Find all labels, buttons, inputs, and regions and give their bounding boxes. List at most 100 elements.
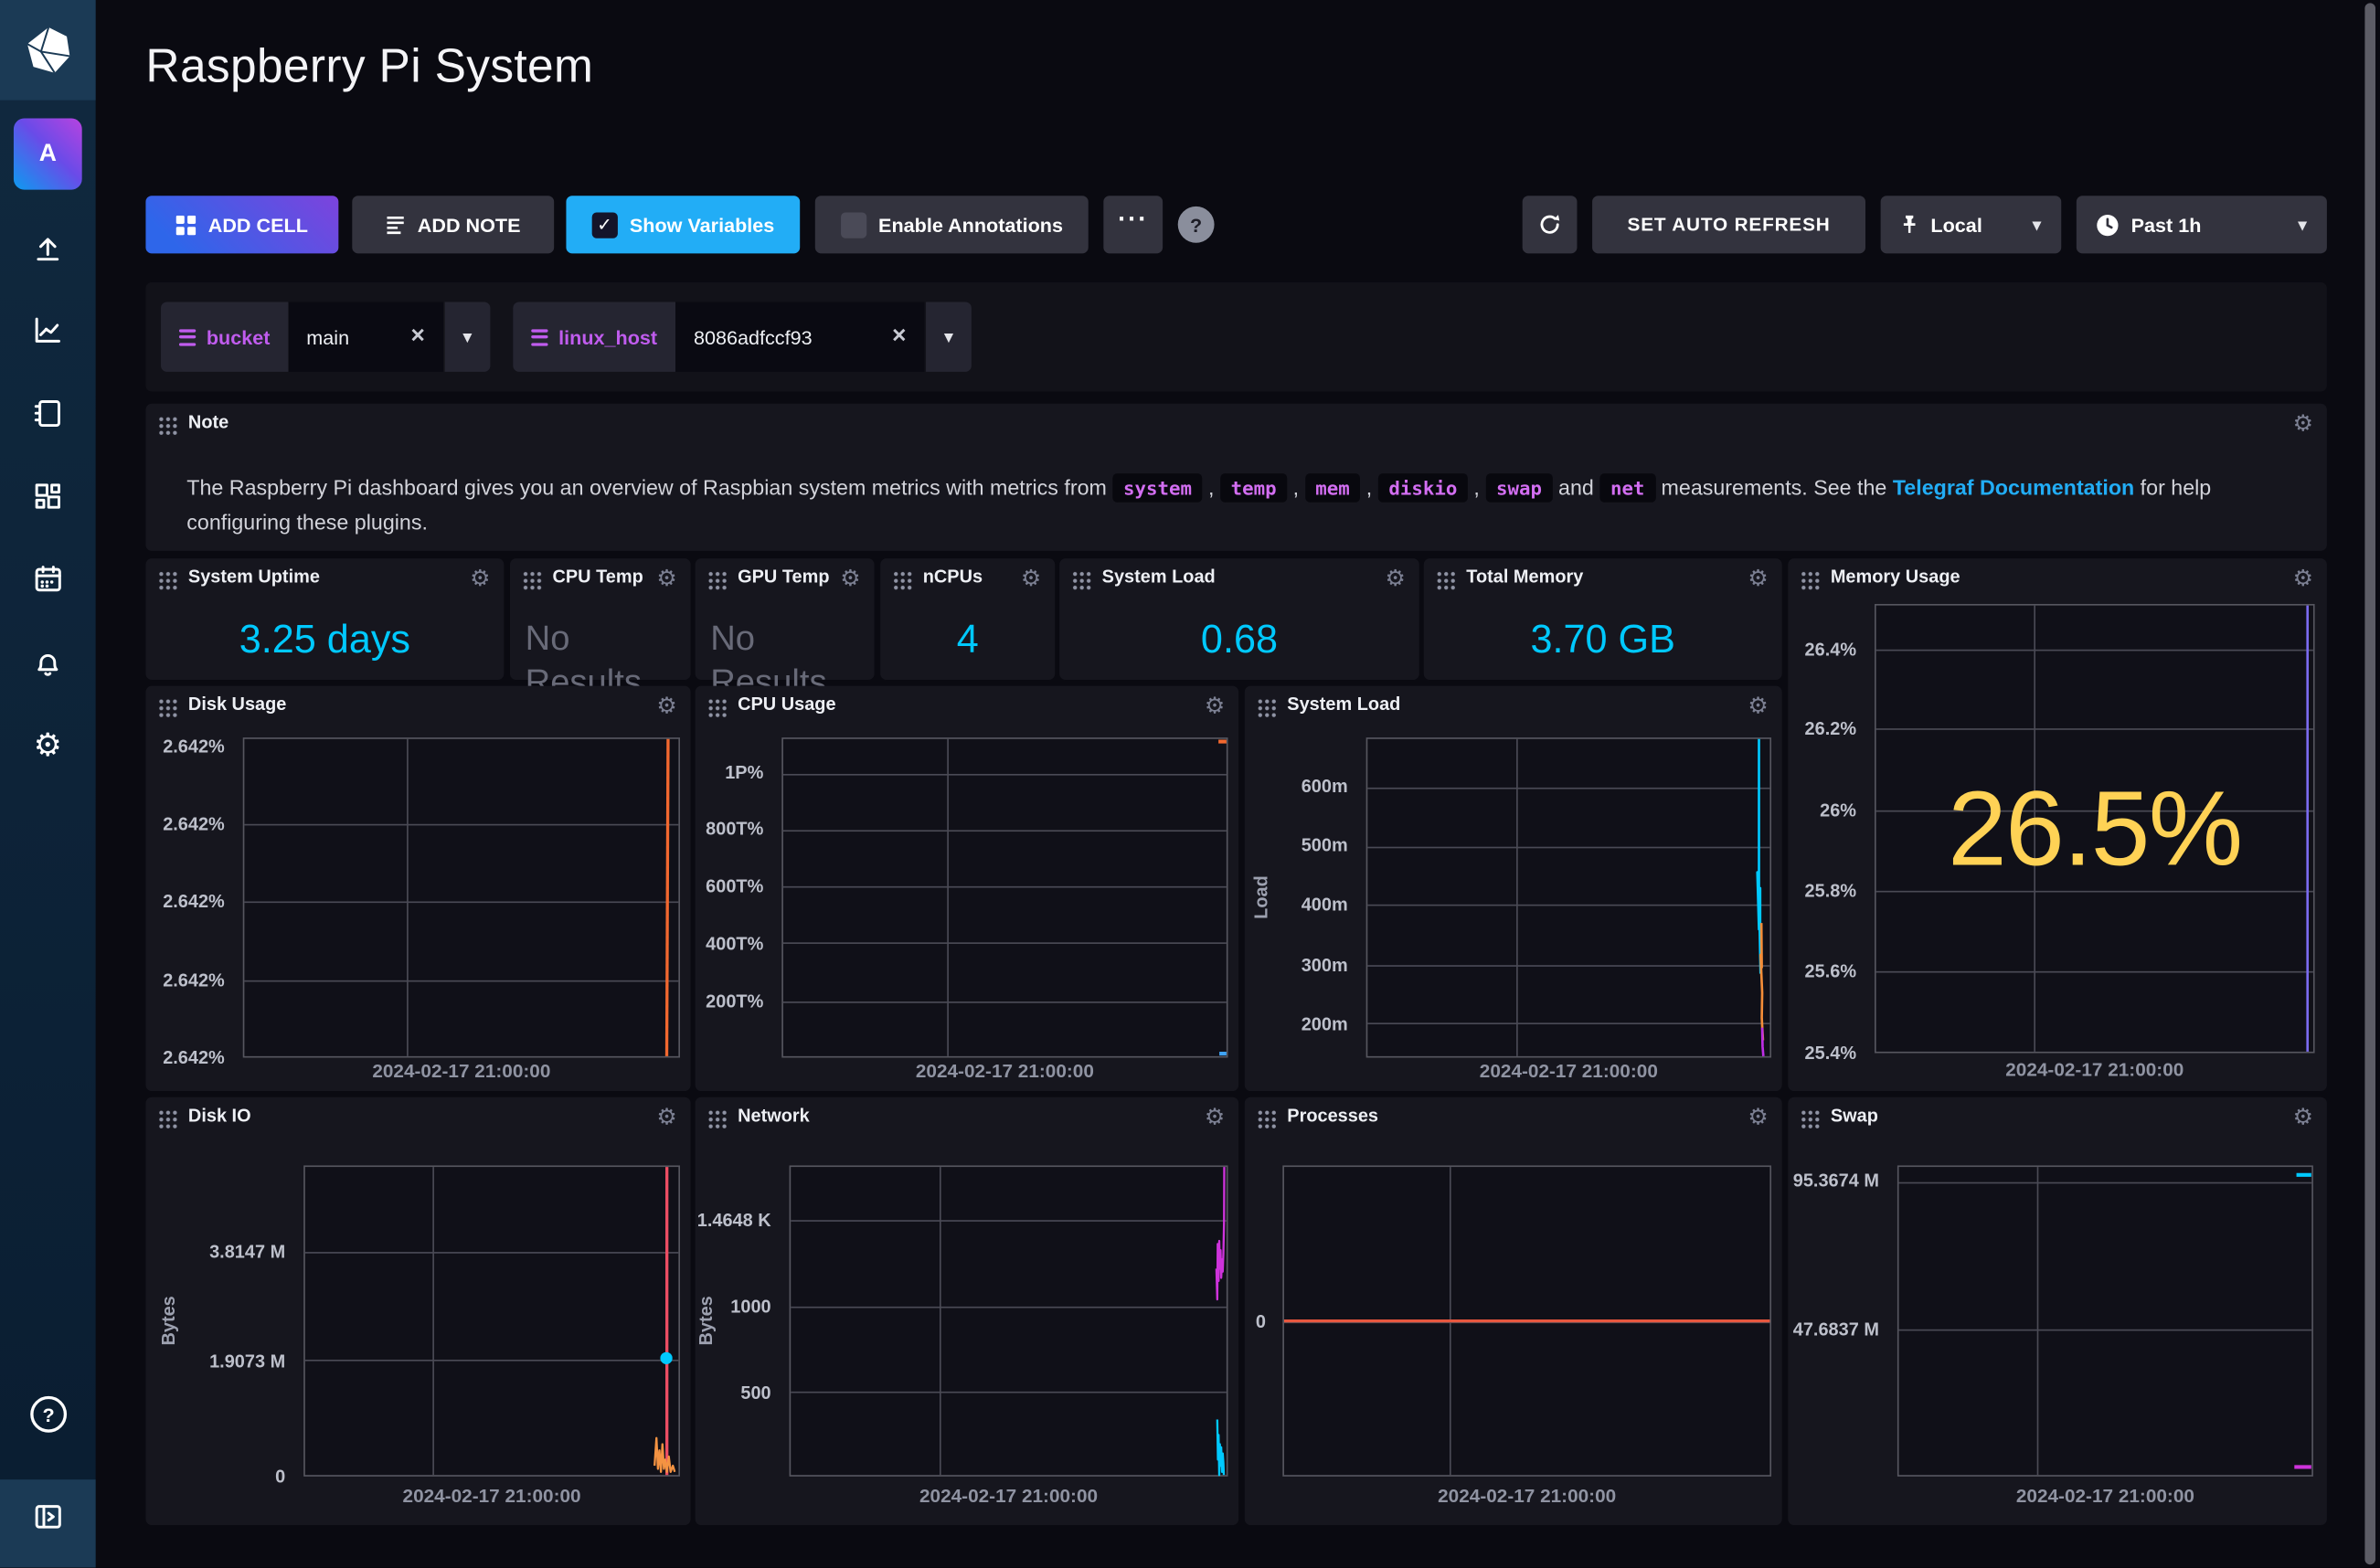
set-auto-refresh-button[interactable]: SET AUTO REFRESH <box>1592 196 1865 253</box>
x-axis-label: 2024-02-17 21:00:00 <box>1875 1059 2315 1080</box>
data-explorer-graph-icon[interactable] <box>30 313 65 347</box>
x-axis-label: 2024-02-17 21:00:00 <box>303 1486 680 1507</box>
stat-value: 4 <box>880 616 1055 662</box>
telegraf-documentation-link[interactable]: Telegraf Documentation <box>1893 475 2134 500</box>
gear-icon[interactable]: ⚙ <box>840 565 860 592</box>
tasks-calendar-icon[interactable] <box>30 561 65 596</box>
gear-icon[interactable]: ⚙ <box>2293 565 2313 592</box>
panel-note: Note ⚙ The Raspberry Pi dashboard gives … <box>145 404 2326 551</box>
y-tick-label: 300m <box>1302 955 1348 976</box>
clear-x-icon[interactable]: × <box>410 323 425 351</box>
gear-icon[interactable]: ⚙ <box>1021 565 1041 592</box>
y-tick-label: 26% <box>1820 799 1856 820</box>
influxdb-logo[interactable] <box>0 0 96 101</box>
panel-title: CPU Temp <box>552 567 651 588</box>
code-chip: swap <box>1485 473 1552 503</box>
drag-handle[interactable] <box>892 570 912 590</box>
refresh-button[interactable] <box>1523 196 1578 253</box>
avatar[interactable]: A <box>14 119 82 190</box>
panel-title: Disk IO <box>188 1107 652 1127</box>
y-tick-label: 25.4% <box>1805 1043 1857 1064</box>
gear-icon[interactable]: ⚙ <box>470 565 490 592</box>
vertical-scrollbar[interactable] <box>2364 3 2375 1564</box>
y-tick-label: 2.642% <box>163 813 225 834</box>
gear-icon[interactable]: ⚙ <box>1385 565 1405 592</box>
variable-bucket-label[interactable]: bucket <box>161 302 288 371</box>
variables-bar: bucket main × ▼ linux_host 8086adfccf93 … <box>145 282 2326 392</box>
variable-linux-host-label[interactable]: linux_host <box>513 302 675 371</box>
drag-handle[interactable] <box>158 1109 178 1129</box>
expand-sidebar-icon[interactable] <box>30 1499 65 1534</box>
panel-title: Note <box>188 413 228 433</box>
ellipsis-icon: ··· <box>1118 205 1148 235</box>
dashboards-icon[interactable] <box>30 480 65 514</box>
drag-handle[interactable] <box>158 570 178 590</box>
y-tick-label: 2.642% <box>163 1047 225 1068</box>
gear-icon[interactable]: ⚙ <box>656 1103 676 1130</box>
chevron-down-icon: ▼ <box>2298 217 2307 231</box>
drag-handle[interactable] <box>1801 570 1821 590</box>
drag-handle[interactable] <box>1257 1109 1277 1129</box>
drag-handle[interactable] <box>158 416 178 436</box>
gear-icon[interactable]: ⚙ <box>1748 1103 1768 1130</box>
timezone-label: Local <box>1930 213 1982 236</box>
variable-bucket-value[interactable]: main × <box>288 302 442 371</box>
more-options-button[interactable]: ··· <box>1103 196 1163 253</box>
time-range-dropdown[interactable]: Past 1h ▼ <box>2077 196 2327 253</box>
gear-icon[interactable]: ⚙ <box>1748 692 1768 719</box>
y-tick-label: 1.9073 M <box>209 1350 285 1371</box>
x-axis-label: 2024-02-17 21:00:00 <box>1897 1486 2313 1507</box>
time-range-label: Past 1h <box>2131 213 2202 236</box>
drag-handle[interactable] <box>707 1109 728 1129</box>
show-variables-toggle[interactable]: ✓ Show Variables <box>566 196 800 253</box>
y-tick-label: 95.3674 M <box>1793 1171 1879 1192</box>
settings-gear-icon[interactable]: ⚙ <box>30 728 65 763</box>
add-cell-button[interactable]: ADD CELL <box>145 196 338 253</box>
x-axis-label: 2024-02-17 21:00:00 <box>243 1061 680 1082</box>
clock-icon <box>2096 213 2119 236</box>
gear-icon[interactable]: ⚙ <box>1748 565 1768 592</box>
drag-handle[interactable] <box>1436 570 1456 590</box>
gear-icon[interactable]: ⚙ <box>1205 1103 1225 1130</box>
variable-hamburger-icon <box>531 329 547 345</box>
x-axis-label: 2024-02-17 21:00:00 <box>781 1061 1227 1082</box>
drag-handle[interactable] <box>522 570 542 590</box>
x-axis-label: 2024-02-17 21:00:00 <box>1366 1061 1771 1082</box>
pin-icon <box>1900 214 1918 235</box>
gear-icon[interactable]: ⚙ <box>1205 692 1225 719</box>
drag-handle[interactable] <box>1801 1109 1821 1129</box>
y-tick-label: 25.6% <box>1805 961 1857 982</box>
drag-handle[interactable] <box>1071 570 1091 590</box>
enable-annotations-toggle[interactable]: Enable Annotations <box>815 196 1089 253</box>
gear-icon[interactable]: ⚙ <box>656 565 676 592</box>
upload-icon[interactable] <box>30 230 65 265</box>
y-tick-label: 500m <box>1302 835 1348 856</box>
help-question-button[interactable]: ? <box>1178 207 1215 243</box>
clear-x-icon[interactable]: × <box>892 323 907 351</box>
timezone-dropdown[interactable]: Local ▼ <box>1881 196 2062 253</box>
variable-linux-host: linux_host 8086adfccf93 × ▼ <box>513 302 972 371</box>
help-icon[interactable]: ? <box>30 1396 67 1433</box>
drag-handle[interactable] <box>1257 698 1277 718</box>
panel-title: GPU Temp <box>738 567 834 588</box>
drag-handle[interactable] <box>707 570 728 590</box>
app-window: A ⚙ ? Raspberry Pi System ADD <box>0 0 2380 1568</box>
notebooks-icon[interactable] <box>30 396 65 430</box>
gear-icon[interactable]: ⚙ <box>2293 1103 2313 1130</box>
gear-icon[interactable]: ⚙ <box>2293 409 2313 437</box>
variable-linux-host-caret[interactable]: ▼ <box>926 302 972 371</box>
code-chip: temp <box>1220 473 1287 503</box>
gear-icon[interactable]: ⚙ <box>656 692 676 719</box>
variable-bucket-caret[interactable]: ▼ <box>444 302 490 371</box>
add-note-button[interactable]: ADD NOTE <box>352 196 554 253</box>
panel-title: System Load <box>1102 567 1380 588</box>
drag-handle[interactable] <box>158 698 178 718</box>
alerts-bell-icon[interactable] <box>30 645 65 680</box>
drag-handle[interactable] <box>707 698 728 718</box>
panel-disk-usage: Disk Usage⚙ 2.642%2.642%2.642%2.642%2.64… <box>145 686 690 1091</box>
panel-title: nCPUs <box>923 567 1015 588</box>
panel-processes: Processes⚙ 0 2024-02-17 21:00:00 <box>1245 1097 1782 1525</box>
chart-plot <box>1366 737 1771 1057</box>
y-tick-label: 500 <box>740 1382 770 1403</box>
variable-linux-host-value[interactable]: 8086adfccf93 × <box>675 302 924 371</box>
